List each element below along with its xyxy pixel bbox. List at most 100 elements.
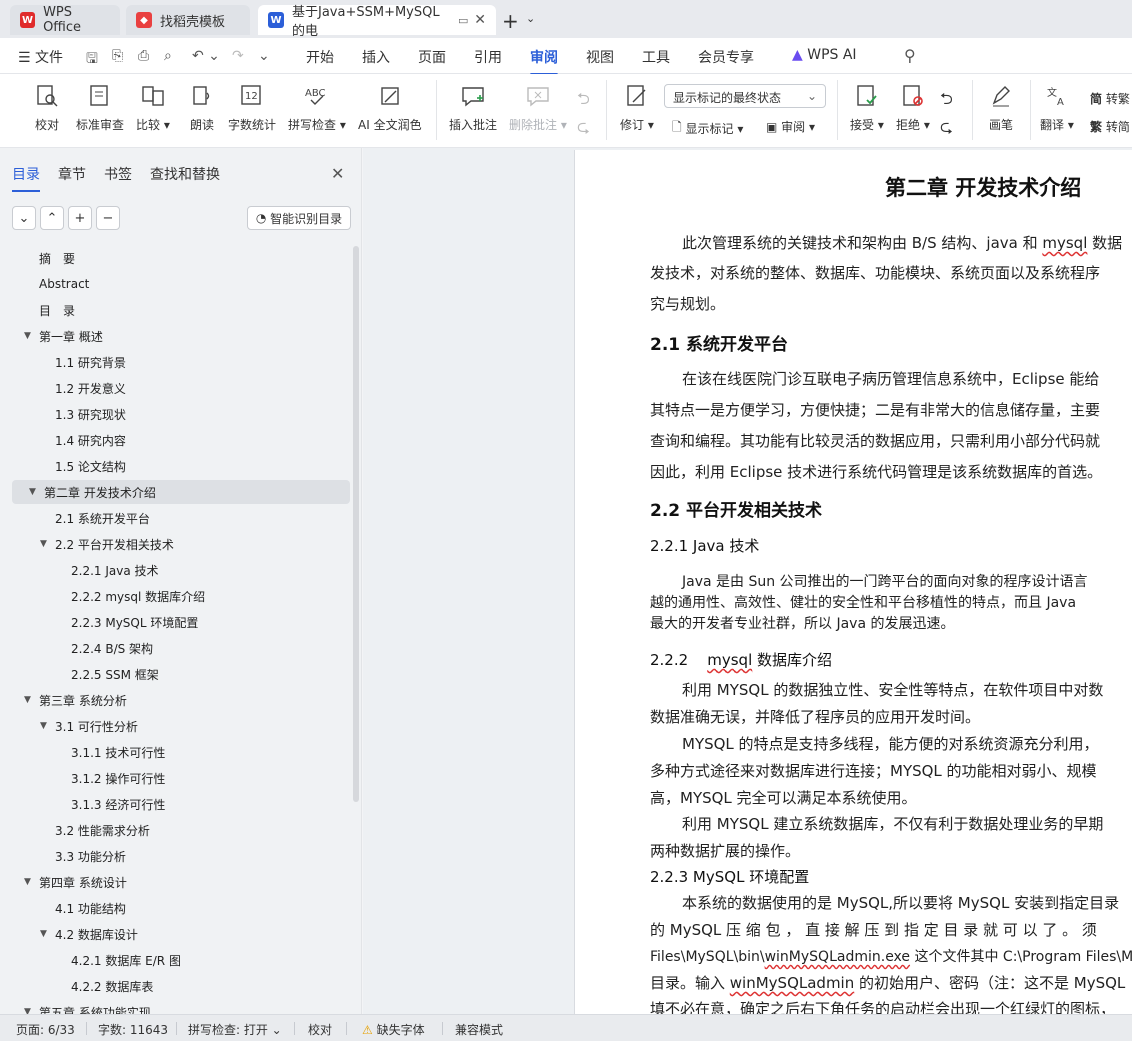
toc-item[interactable]: 1.5 论文结构 [12,454,350,478]
print-icon[interactable]: ⎙ [138,48,149,64]
smart-toc-button[interactable]: ◔ 智能识别目录 [247,206,351,230]
delete-comment-button[interactable]: 删除批注 ▾ [509,82,567,133]
toc-item[interactable]: 摘 要 [12,246,350,270]
menu-insert[interactable]: 插入 [362,47,390,67]
toggle-triangle-icon[interactable]: ▼ [24,331,31,341]
tab-docer[interactable]: ◆ 找稻壳模板 [126,5,250,35]
menu-start[interactable]: 开始 [306,47,334,67]
insert-comment-button[interactable]: 插入批注 [449,82,497,133]
menu-review[interactable]: 审阅 [530,47,558,76]
spell-check-status[interactable]: 拼写检查: 打开 ⌄ [188,1021,282,1038]
monitor-icon[interactable]: ▭ [458,14,468,27]
search-icon[interactable]: ⚲ [904,46,916,65]
expand-down-button[interactable]: ⌄ [12,206,36,230]
next-comment-icon[interactable]: ⮎ [577,116,590,143]
toggle-triangle-icon[interactable]: ▼ [40,929,47,939]
toc-item[interactable]: 4.2.1 数据库 E/R 图 [12,948,350,972]
collapse-up-button[interactable]: ⌃ [40,206,64,230]
accept-button[interactable]: 接受 ▾ [850,82,884,133]
review-pane-button[interactable]: ▣ 审阅 ▾ [766,118,815,135]
toc-item[interactable]: 2.2.3 MySQL 环境配置 [12,610,350,634]
toggle-triangle-icon[interactable]: ▼ [40,539,47,549]
toc-item[interactable]: 目 录 [12,298,350,322]
prev-comment-icon[interactable]: ⮌ [577,88,590,115]
toc-item[interactable]: Abstract [12,272,350,296]
word-count-indicator[interactable]: 字数: 11643 [98,1021,168,1038]
toggle-triangle-icon[interactable]: ▼ [40,721,47,731]
toc-item[interactable]: 4.2.2 数据库表 [12,974,350,998]
remove-heading-button[interactable]: − [96,206,120,230]
menu-reference[interactable]: 引用 [474,47,502,67]
prev-change-icon[interactable]: ⮌ [940,88,953,115]
tab-document[interactable]: W 基于Java+SSM+MySQL的电 ▭ ✕ [258,5,496,39]
toc-item[interactable]: ▼ 第一章 概述 [12,324,350,348]
toc-item[interactable]: 1.3 研究现状 [12,402,350,426]
toc-item[interactable]: ▼ 第三章 系统分析 [12,688,350,712]
tab-bookmarks[interactable]: 书签 [104,164,132,184]
tab-toc[interactable]: 目录 [12,164,40,192]
toc-item[interactable]: 4.1 功能结构 [12,896,350,920]
read-aloud-button[interactable]: 朗读 [187,82,217,133]
toc-item[interactable]: 3.1.3 经济可行性 [12,792,350,816]
toc-item[interactable]: 2.1 系统开发平台 [12,506,350,530]
close-icon[interactable]: ✕ [474,12,486,28]
toc-item[interactable]: 1.2 开发意义 [12,376,350,400]
next-change-icon[interactable]: ⮎ [940,116,953,143]
compat-mode-status[interactable]: 兼容模式 [455,1021,503,1038]
toc-item[interactable]: ▼ 第五章 系统功能实现 [12,1000,350,1015]
ai-polish-button[interactable]: AI 全文润色 [358,82,422,133]
spell-check-button[interactable]: ABC 拼写检查 ▾ [288,82,346,133]
export-icon[interactable]: ⎘ [112,48,123,64]
show-markup-button[interactable]: 🗋 显示标记 ▾ [672,118,743,139]
markup-state-dropdown[interactable]: 显示标记的最终状态 ⌄ [664,84,826,108]
toc-item[interactable]: 2.2.5 SSM 框架 [12,662,350,686]
translate-button[interactable]: 文A 翻译 ▾ [1040,82,1074,133]
chevron-down-icon[interactable]: ⌄ [526,12,535,25]
redo-icon[interactable]: ↷ [232,48,244,64]
toc-item[interactable]: 2.2.4 B/S 架构 [12,636,350,660]
toc-item[interactable]: 2.2.2 mysql 数据库介绍 [12,584,350,608]
toggle-triangle-icon[interactable]: ▼ [29,487,36,497]
revise-button[interactable]: 修订 ▾ [620,82,654,133]
word-count-button[interactable]: 12 字数统计 [228,82,276,133]
new-tab-icon[interactable]: + [502,9,519,33]
toc-item[interactable]: ▼ 3.1 可行性分析 [12,714,350,738]
document-page[interactable]: 第二章 开发技术介绍 此次管理系统的关键技术和架构由 B/S 结构、java 和… [574,150,1132,1014]
toc-item[interactable]: 1.1 研究背景 [12,350,350,374]
toggle-triangle-icon[interactable]: ▼ [24,877,31,887]
toc-item[interactable]: ▼ 第四章 系统设计 [12,870,350,894]
menu-page[interactable]: 页面 [418,47,446,67]
standard-review-button[interactable]: 标准审查 [76,82,124,133]
wps-ai-button[interactable]: ▲ WPS AI [792,47,857,63]
file-menu[interactable]: ☰ 文件 [18,47,63,67]
save-icon[interactable]: 🖫 [86,48,98,72]
toc-item[interactable]: ▼ 4.2 数据库设计 [12,922,350,946]
toggle-triangle-icon[interactable]: ▼ [24,1007,31,1014]
reject-button[interactable]: 拒绝 ▾ [896,82,930,133]
toc-item[interactable]: 3.3 功能分析 [12,844,350,868]
scrollbar[interactable] [353,246,359,802]
missing-font-status[interactable]: ⚠ 缺失字体 [362,1021,425,1038]
to-traditional-button[interactable]: 简 转繁 [1090,90,1130,107]
tab-chapters[interactable]: 章节 [58,164,86,184]
toc-item[interactable]: ▼ 第二章 开发技术介绍 [12,480,350,504]
toc-item[interactable]: 3.1.2 操作可行性 [12,766,350,790]
menu-view[interactable]: 视图 [586,47,614,67]
undo-icon[interactable]: ↶ ⌄ [192,48,220,64]
to-simplified-button[interactable]: 繁 转简 [1090,118,1130,135]
proofread-button[interactable]: 校对 [32,82,62,133]
tab-wps-office[interactable]: W WPS Office [10,5,120,35]
page-indicator[interactable]: 页面: 6/33 [16,1021,75,1038]
menu-vip[interactable]: 会员专享 [698,47,754,67]
add-heading-button[interactable]: + [68,206,92,230]
more-chevron-icon[interactable]: ⌄ [258,48,270,64]
menu-tools[interactable]: 工具 [642,47,670,67]
toc-item[interactable]: 3.1.1 技术可行性 [12,740,350,764]
compare-button[interactable]: 比较 ▾ [136,82,170,133]
tab-find-replace[interactable]: 查找和替换 [150,164,220,184]
toc-item[interactable]: 2.2.1 Java 技术 [12,558,350,582]
proof-status[interactable]: 校对 [308,1021,332,1038]
close-icon[interactable]: ✕ [331,164,344,183]
toc-item[interactable]: 3.2 性能需求分析 [12,818,350,842]
toc-item[interactable]: 1.4 研究内容 [12,428,350,452]
